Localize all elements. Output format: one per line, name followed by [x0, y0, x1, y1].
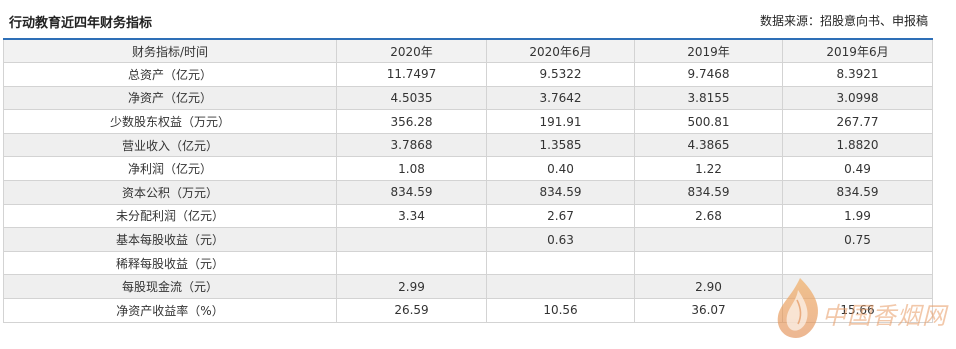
indicator-value: 4.5035	[336, 85, 487, 111]
indicator-value: 4.3865	[634, 132, 783, 158]
indicator-value: 3.7642	[486, 85, 635, 111]
indicator-value: 267.77	[782, 109, 933, 134]
table-body: 总资产（亿元） 11.7497 9.5322 9.7468 8.3921 净资产（亿元） 4…	[3, 62, 933, 323]
indicator-value	[782, 250, 933, 276]
indicator-label: 资本公积（万元）	[3, 180, 337, 205]
indicator-value: 3.34	[336, 203, 487, 229]
indicator-value: 15.66	[782, 298, 933, 323]
indicator-value: 26.59	[336, 298, 487, 323]
indicator-label: 少数股东权益（万元）	[3, 109, 337, 134]
table-header-row: 财务指标/时间 2020年 2020年6月 2019年 2019年6月	[3, 38, 933, 64]
indicator-label: 净资产收益率（%）	[3, 298, 337, 323]
indicator-value: 2.90	[634, 274, 783, 300]
indicator-value: 1.8820	[782, 132, 933, 158]
table-row: 总资产（亿元） 11.7497 9.5322 9.7468 8.3921	[3, 62, 933, 87]
page: 行动教育近四年财务指标 数据来源：招股意向书、申报稿 财务指标/时间 2020年…	[0, 0, 956, 349]
indicator-value: 2.67	[486, 203, 635, 229]
indicator-value: 500.81	[634, 109, 783, 134]
column-header-2019-06: 2019年6月	[782, 38, 933, 64]
table-row: 稀释每股收益（元）	[3, 250, 933, 276]
indicator-value: 9.5322	[486, 62, 635, 87]
indicator-value: 8.3921	[782, 62, 933, 87]
indicator-value: 36.07	[634, 298, 783, 323]
indicator-value	[634, 250, 783, 276]
indicator-value: 0.75	[782, 227, 933, 252]
indicator-label: 基本每股收益（元）	[3, 227, 337, 252]
indicator-value: 10.56	[486, 298, 635, 323]
column-header-2020: 2020年	[336, 38, 487, 64]
table-row: 净资产收益率（%） 26.59 10.56 36.07 15.66	[3, 298, 933, 323]
indicator-value: 0.63	[486, 227, 635, 252]
indicator-value: 0.40	[486, 156, 635, 182]
indicator-value: 834.59	[336, 180, 487, 205]
indicator-value: 1.99	[782, 203, 933, 229]
column-header-indicator: 财务指标/时间	[3, 38, 337, 64]
indicator-value: 191.91	[486, 109, 635, 134]
table-row: 基本每股收益（元） 0.63 0.75	[3, 227, 933, 252]
indicator-value	[336, 250, 487, 276]
indicator-value	[782, 274, 933, 300]
indicator-value: 1.22	[634, 156, 783, 182]
table-row: 未分配利润（亿元） 3.34 2.67 2.68 1.99	[3, 203, 933, 229]
indicator-label: 净资产（亿元）	[3, 85, 337, 111]
indicator-value: 3.7868	[336, 132, 487, 158]
indicator-value: 3.8155	[634, 85, 783, 111]
indicator-label: 每股现金流（元）	[3, 274, 337, 300]
indicator-label: 未分配利润（亿元）	[3, 203, 337, 229]
indicator-value: 834.59	[634, 180, 783, 205]
table-row: 净资产（亿元） 4.5035 3.7642 3.8155 3.0998	[3, 85, 933, 111]
indicator-value: 2.99	[336, 274, 487, 300]
indicator-label: 净利润（亿元）	[3, 156, 337, 182]
indicator-label: 总资产（亿元）	[3, 62, 337, 87]
indicator-value: 834.59	[486, 180, 635, 205]
indicator-label: 营业收入（亿元）	[3, 132, 337, 158]
indicator-label: 稀释每股收益（元）	[3, 250, 337, 276]
table-row: 每股现金流（元） 2.99 2.90	[3, 274, 933, 300]
column-header-2019: 2019年	[634, 38, 783, 64]
indicator-value: 3.0998	[782, 85, 933, 111]
column-header-2020-06: 2020年6月	[486, 38, 635, 64]
data-source: 数据来源：招股意向书、申报稿	[759, 14, 928, 28]
indicator-value	[486, 250, 635, 276]
indicator-value: 0.49	[782, 156, 933, 182]
report-header: 行动教育近四年财务指标 数据来源：招股意向书、申报稿	[0, 0, 956, 38]
indicator-value: 11.7497	[336, 62, 487, 87]
indicator-value: 834.59	[782, 180, 933, 205]
indicator-value: 1.3585	[486, 132, 635, 158]
indicator-value: 1.08	[336, 156, 487, 182]
indicator-value	[336, 227, 487, 252]
table-row: 净利润（亿元） 1.08 0.40 1.22 0.49	[3, 156, 933, 182]
report-title: 行动教育近四年财务指标	[9, 16, 153, 31]
indicator-value: 9.7468	[634, 62, 783, 87]
table-row: 资本公积（万元） 834.59 834.59 834.59 834.59	[3, 180, 933, 205]
indicator-value: 356.28	[336, 109, 487, 134]
indicator-value	[634, 227, 783, 252]
table-row: 少数股东权益（万元） 356.28 191.91 500.81 267.77	[3, 109, 933, 134]
indicator-value: 2.68	[634, 203, 783, 229]
financial-indicators-table: 财务指标/时间 2020年 2020年6月 2019年 2019年6月 总资产（…	[3, 38, 933, 323]
table-row: 营业收入（亿元） 3.7868 1.3585 4.3865 1.8820	[3, 132, 933, 158]
indicator-value	[486, 274, 635, 300]
